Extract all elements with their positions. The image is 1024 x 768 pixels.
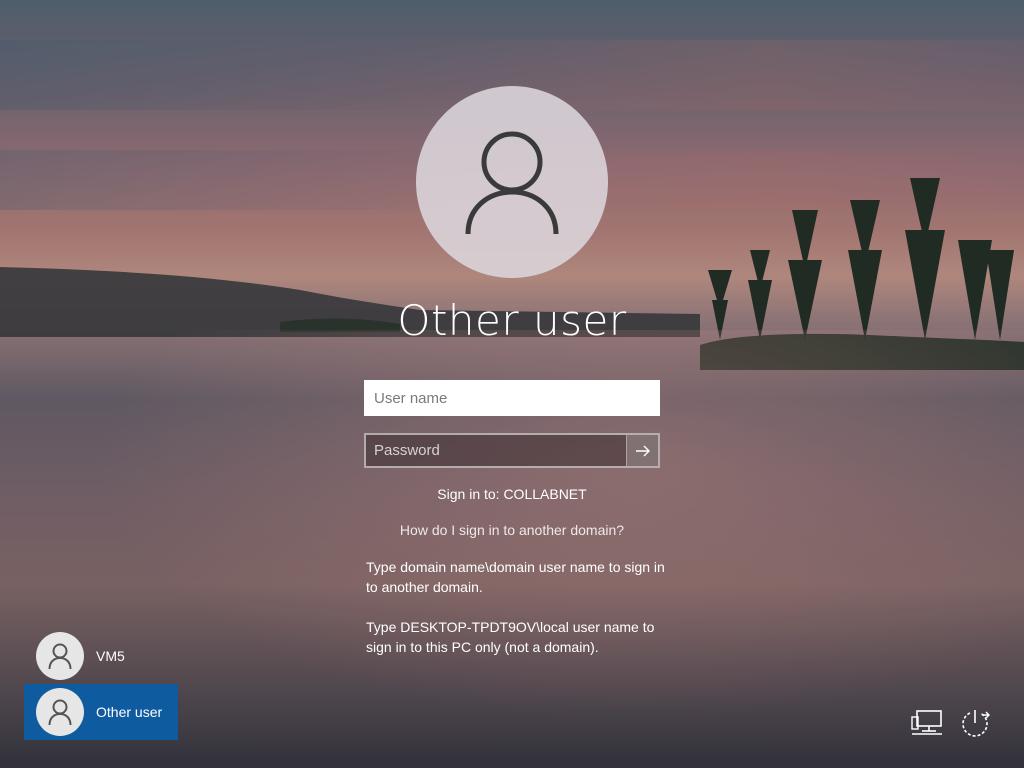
user-silhouette-icon [48, 699, 72, 725]
power-icon [962, 710, 990, 737]
page-title: Other user [397, 296, 627, 345]
avatar [36, 632, 84, 680]
power-button[interactable] [958, 706, 992, 740]
network-button[interactable] [910, 706, 944, 740]
submit-button[interactable] [626, 435, 658, 466]
username-input[interactable] [364, 380, 660, 416]
user-tile-label: VM5 [96, 648, 125, 664]
avatar [36, 688, 84, 736]
user-tile-vm5[interactable]: VM5 [24, 628, 178, 684]
password-field-group [364, 433, 660, 468]
arrow-right-icon [635, 445, 650, 456]
help-text-domain: Type domain name\domain user name to sig… [366, 559, 665, 595]
user-tile-other-user[interactable]: Other user [24, 684, 178, 740]
password-input[interactable] [366, 435, 628, 466]
user-silhouette-icon [465, 131, 559, 234]
signin-domain-label: Sign in to: COLLABNET [437, 486, 587, 502]
user-avatar [416, 86, 608, 278]
network-icon [911, 710, 942, 735]
user-tile-label: Other user [96, 704, 163, 720]
help-link[interactable]: How do I sign in to another domain? [312, 522, 712, 538]
help-text-local: Type DESKTOP-TPDT9OV\local user name to … [366, 619, 655, 655]
user-silhouette-icon [48, 643, 72, 669]
